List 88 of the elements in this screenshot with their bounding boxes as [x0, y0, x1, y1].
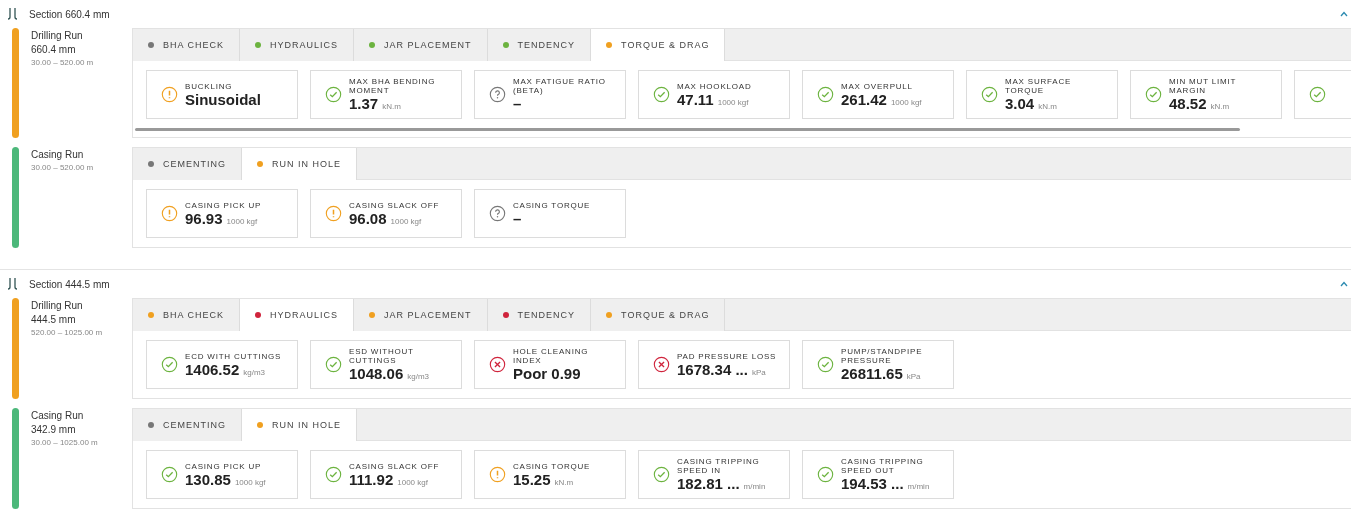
metric-label: MAX OVERPULL — [841, 81, 914, 91]
chevron-up-icon[interactable] — [1340, 10, 1348, 18]
metric-unit: m/min — [907, 482, 930, 491]
scrollbar[interactable] — [135, 128, 1240, 131]
tab[interactable]: RUN IN HOLE — [242, 409, 357, 441]
metric-unit: kPa — [906, 372, 921, 381]
metric-value: 194.53 ... — [841, 475, 904, 492]
tab[interactable]: TENDENCY — [487, 29, 592, 61]
metric-label: BUCKLING — [185, 81, 234, 91]
metric-value: Sinusoidal — [185, 90, 261, 108]
metric-label: HOLE CLEANING INDEX — [513, 347, 590, 365]
metric-label: CASING TRIPPING SPEED IN — [677, 457, 761, 475]
tab[interactable]: BHA CHECK — [133, 29, 240, 61]
metric-unit: kg/m3 — [407, 372, 430, 381]
metric-label: MIN MUT LIMIT MARGIN — [1169, 77, 1237, 95]
metric-value: 96.93 — [185, 209, 223, 227]
tab[interactable]: CEMENTING — [133, 148, 242, 180]
metric-label: MAX SURFACE TORQUE — [1005, 77, 1073, 95]
metric-label: ESD WITHOUT CUTTINGS — [349, 347, 415, 365]
metric-value: 15.25 — [513, 470, 551, 488]
metric-value: 96.08 — [349, 209, 387, 227]
section-title: Section 444.5 mm — [29, 278, 111, 290]
metric-unit: 1000 kgf — [397, 477, 428, 487]
metric-unit: 1000 kgf — [390, 216, 422, 226]
metric-unit: kN.m — [554, 477, 574, 487]
metric-unit: kN.m — [382, 102, 401, 111]
section-icon — [6, 277, 20, 291]
metric-value: 1048.06 — [349, 365, 404, 382]
metric-value: – — [513, 209, 522, 227]
metric-value: 1.37 — [349, 95, 379, 112]
metric-label: CASING PICK UP — [185, 200, 262, 210]
metric-value: 261.42 — [841, 90, 887, 108]
metric-label: CASING TORQUE — [513, 200, 591, 210]
metric-label: MAX BHA BENDING MOMENT — [349, 77, 437, 95]
run-name: Drilling Run — [31, 30, 84, 41]
run-size: 660.4 mm — [31, 44, 77, 55]
section-title: Section 660.4 mm — [29, 8, 111, 20]
run-name: Casing Run — [31, 149, 85, 160]
tab[interactable]: BHA CHECK — [133, 299, 240, 331]
metric-label: CASING TORQUE — [513, 461, 591, 471]
metric-unit: kg/m3 — [243, 367, 266, 377]
metric-value: 3.04 — [1005, 95, 1035, 112]
metric-value: 182.81 ... — [677, 475, 740, 492]
section-icon — [6, 7, 20, 21]
tab[interactable]: TORQUE & DRAG — [591, 299, 726, 331]
metric-label: MAX FATIGUE RATIO (BETA) — [513, 77, 607, 95]
metric-label: PUMP/STANDPIPE PRESSURE — [841, 347, 924, 365]
metric-unit: kPa — [751, 367, 766, 377]
run-range: 520.00 – 1025.00 m — [31, 328, 103, 337]
metric-unit: m/min — [743, 482, 766, 491]
tab[interactable]: JAR PLACEMENT — [354, 29, 488, 61]
run-name: Casing Run — [31, 410, 85, 421]
tab[interactable]: HYDRAULICS — [240, 299, 355, 331]
metric-label: ECD WITH CUTTINGS — [185, 351, 282, 361]
tab[interactable]: HYDRAULICS — [240, 29, 355, 61]
metric-value: 26811.65 — [841, 365, 903, 382]
run-size: 444.5 mm — [31, 314, 77, 325]
metric-unit: 1000 kgf — [234, 477, 266, 487]
run-name: Drilling Run — [31, 300, 84, 311]
tab[interactable]: TORQUE & DRAG — [591, 29, 726, 61]
run-range: 30.00 – 520.00 m — [31, 58, 94, 67]
chevron-up-icon[interactable] — [1340, 280, 1348, 288]
metric-value: 48.52 — [1169, 95, 1207, 112]
metric-unit: kN.m — [1038, 102, 1057, 111]
metric-unit: 1000 kgf — [890, 97, 922, 107]
metric-label: PAD PRESSURE LOSS — [677, 351, 777, 361]
metric-value: 111.92 — [349, 470, 394, 488]
metric-label: CASING TRIPPING SPEED OUT — [841, 457, 925, 475]
metric-value: 1678.34 ... — [677, 360, 748, 378]
run-range: 30.00 – 1025.00 m — [31, 438, 98, 447]
tab[interactable]: JAR PLACEMENT — [354, 299, 488, 331]
run-size: 342.9 mm — [31, 424, 77, 435]
tab[interactable]: RUN IN HOLE — [242, 148, 357, 180]
metric-value: 1406.52 — [185, 360, 240, 378]
metric-label: CASING PICK UP — [185, 461, 263, 471]
metric-value: 130.85 — [185, 470, 231, 488]
tab[interactable]: CEMENTING — [133, 409, 242, 441]
metric-label: MAX HOOKLOAD — [677, 81, 752, 91]
metric-value: – — [513, 95, 522, 112]
tab[interactable]: TENDENCY — [487, 299, 592, 331]
metric-value: Poor 0.99 — [513, 365, 581, 382]
metric-unit: 1000 kgf — [717, 97, 749, 107]
metric-unit: 1000 kgf — [226, 216, 258, 226]
metric-value: 47.11 — [677, 90, 714, 108]
metric-label: CASING SLACK OFF — [349, 461, 440, 471]
run-range: 30.00 – 520.00 m — [31, 163, 94, 172]
metric-label: CASING SLACK OFF — [349, 200, 440, 210]
metric-unit: kN.m — [1210, 102, 1230, 111]
